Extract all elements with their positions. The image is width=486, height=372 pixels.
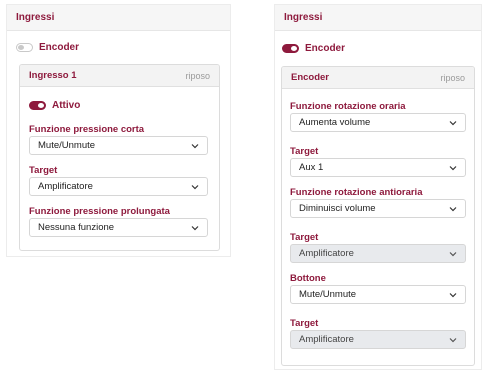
panel-header: Ingressi xyxy=(275,5,481,31)
encoder-toggle-row[interactable]: Encoder xyxy=(16,42,79,53)
select-value: Amplificatore xyxy=(299,248,354,259)
chevron-down-icon xyxy=(449,206,457,211)
chevron-down-icon xyxy=(191,143,199,148)
select-value: Mute/Unmute xyxy=(38,140,96,151)
target-label: Target xyxy=(29,165,58,176)
button-function-select[interactable]: Mute/Unmute xyxy=(290,285,466,304)
select-value: Mute/Unmute xyxy=(299,289,357,300)
target-label: Target xyxy=(290,146,319,157)
long-press-function-select[interactable]: Nessuna funzione xyxy=(29,218,208,237)
select-value: Diminuisci volume xyxy=(299,203,376,214)
target-label: Target xyxy=(290,318,319,329)
counterclockwise-rotation-select[interactable]: Diminuisci volume xyxy=(290,199,466,218)
encoder-toggle[interactable] xyxy=(16,43,33,52)
clockwise-rotation-select[interactable]: Aumenta volume xyxy=(290,113,466,132)
active-toggle-label: Attivo xyxy=(52,100,81,111)
chevron-down-icon xyxy=(191,225,199,230)
button-function-label: Bottone xyxy=(290,273,326,284)
encoder-card: Encoder riposo Funzione rotazione oraria… xyxy=(281,66,475,366)
target-select-disabled: Amplificatore xyxy=(290,244,466,263)
active-toggle-row[interactable]: Attivo xyxy=(29,100,80,111)
chevron-down-icon xyxy=(449,251,457,256)
active-toggle[interactable] xyxy=(29,101,46,110)
inputs-panel-left: Ingressi Encoder Ingresso 1 riposo Attiv… xyxy=(6,4,231,257)
target-select[interactable]: Aux 1 xyxy=(290,158,466,177)
select-value: Aumenta volume xyxy=(299,117,371,128)
chevron-down-icon xyxy=(449,120,457,125)
counterclockwise-rotation-label: Funzione rotazione antioraria xyxy=(290,187,423,198)
chevron-down-icon xyxy=(191,184,199,189)
select-value: Amplificatore xyxy=(38,181,93,192)
encoder-toggle-label: Encoder xyxy=(39,42,80,53)
card-header: Encoder riposo xyxy=(282,67,474,89)
target-select-disabled: Amplificatore xyxy=(290,330,466,349)
chevron-down-icon xyxy=(449,165,457,170)
select-value: Amplificatore xyxy=(299,334,354,345)
long-press-function-label: Funzione pressione prolungata xyxy=(29,206,170,217)
card-title: Ingresso 1 xyxy=(29,70,77,81)
encoder-toggle-row[interactable]: Encoder xyxy=(282,43,345,54)
target-select[interactable]: Amplificatore xyxy=(29,177,208,196)
clockwise-rotation-label: Funzione rotazione oraria xyxy=(290,101,406,112)
panel-title: Ingressi xyxy=(284,12,323,23)
encoder-toggle[interactable] xyxy=(282,44,299,53)
panel-header: Ingressi xyxy=(7,5,230,31)
status-text: riposo xyxy=(185,70,210,81)
inputs-panel-right: Ingressi Encoder Encoder riposo Funzione… xyxy=(274,4,482,370)
panel-title: Ingressi xyxy=(16,12,55,23)
chevron-down-icon xyxy=(449,337,457,342)
encoder-toggle-label: Encoder xyxy=(305,43,346,54)
target-label: Target xyxy=(290,232,319,243)
select-value: Nessuna funzione xyxy=(38,222,115,233)
short-press-function-select[interactable]: Mute/Unmute xyxy=(29,136,208,155)
input-1-card: Ingresso 1 riposo Attivo Funzione pressi… xyxy=(19,64,220,251)
card-title: Encoder xyxy=(291,72,330,83)
select-value: Aux 1 xyxy=(299,162,324,173)
chevron-down-icon xyxy=(449,292,457,297)
card-header: Ingresso 1 riposo xyxy=(20,65,219,87)
status-text: riposo xyxy=(440,72,465,83)
short-press-function-label: Funzione pressione corta xyxy=(29,124,145,135)
